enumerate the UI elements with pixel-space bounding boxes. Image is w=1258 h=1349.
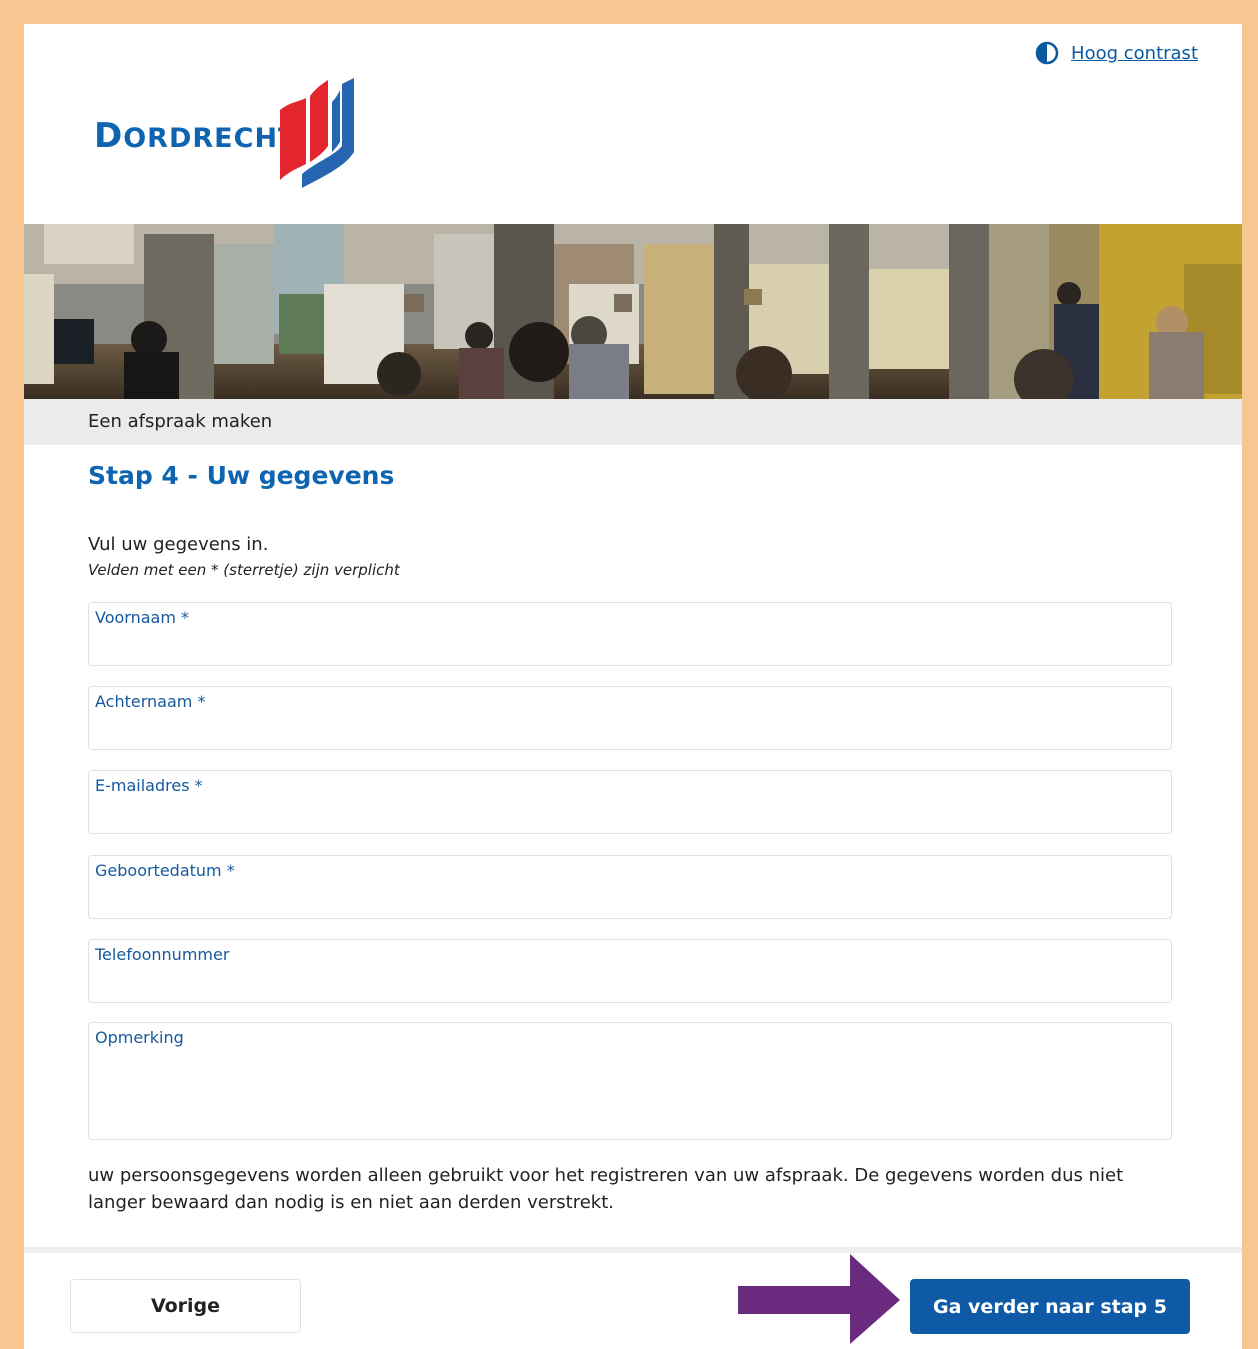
phone-input[interactable] bbox=[95, 970, 1165, 996]
high-contrast-toggle[interactable]: Hoog contrast bbox=[1035, 41, 1198, 65]
birthdate-label: Geboortedatum * bbox=[95, 861, 235, 880]
last-name-input[interactable] bbox=[95, 717, 1165, 743]
privacy-notice: uw persoonsgegevens worden alleen gebrui… bbox=[88, 1165, 1124, 1213]
high-contrast-link[interactable]: Hoog contrast bbox=[1071, 43, 1198, 64]
last-name-field[interactable]: Achternaam * bbox=[88, 686, 1172, 750]
email-input[interactable] bbox=[95, 801, 1165, 827]
logo-flag-icon bbox=[280, 78, 354, 188]
contrast-icon bbox=[1035, 41, 1059, 65]
email-label: E-mailadres * bbox=[95, 776, 203, 795]
last-name-label: Achternaam * bbox=[95, 692, 206, 711]
next-step-button[interactable]: Ga verder naar stap 5 bbox=[910, 1279, 1190, 1334]
first-name-field[interactable]: Voornaam * bbox=[88, 602, 1172, 666]
remark-field[interactable]: Opmerking bbox=[88, 1022, 1172, 1140]
birthdate-input[interactable] bbox=[95, 886, 1165, 912]
first-name-label: Voornaam * bbox=[95, 608, 189, 627]
page-container: Hoog contrast DORDRECHT Een afspraak mak… bbox=[24, 24, 1242, 1349]
form-intro: Vul uw gegevens in. bbox=[88, 534, 269, 555]
breadcrumb: Een afspraak maken bbox=[24, 399, 1242, 445]
remark-label: Opmerking bbox=[95, 1028, 184, 1047]
birthdate-field[interactable]: Geboortedatum * bbox=[88, 855, 1172, 919]
phone-field[interactable]: Telefoonnummer bbox=[88, 939, 1172, 1003]
remark-textarea[interactable] bbox=[95, 1055, 1165, 1133]
page-title: Stap 4 - Uw gegevens bbox=[88, 461, 395, 490]
previous-button[interactable]: Vorige bbox=[70, 1279, 301, 1333]
logo-wordmark: DORDRECHT bbox=[94, 116, 298, 156]
first-name-input[interactable] bbox=[95, 633, 1165, 659]
required-hint: Velden met een * (sterretje) zijn verpli… bbox=[88, 561, 400, 579]
arrow-right-icon bbox=[738, 1254, 900, 1344]
footer-divider bbox=[24, 1247, 1242, 1253]
hero-photo bbox=[24, 224, 1242, 399]
phone-label: Telefoonnummer bbox=[95, 945, 230, 964]
email-field[interactable]: E-mailadres * bbox=[88, 770, 1172, 834]
